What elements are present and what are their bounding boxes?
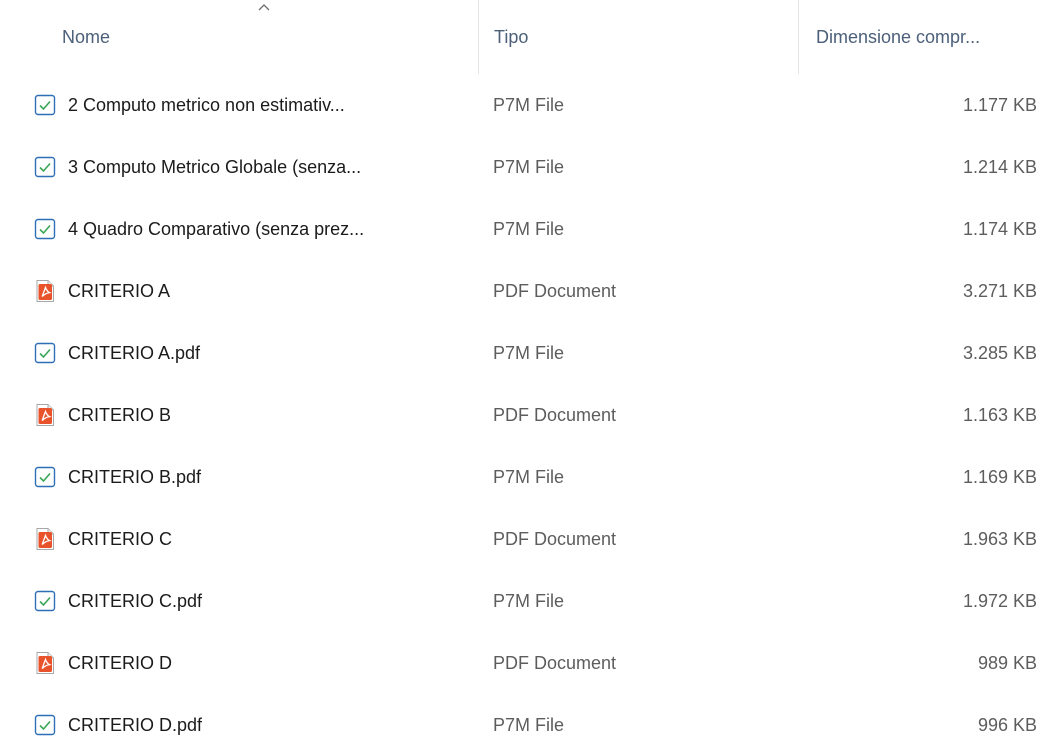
file-size: 1.177 KB: [962, 94, 1037, 115]
file-name: 2 Computo metrico non estimativ...: [68, 94, 345, 115]
file-name-cell[interactable]: CRITERIO D.pdf: [0, 694, 478, 756]
file-row[interactable]: CRITERIO B PDF Document 1.163 KB: [0, 384, 1045, 446]
column-header-name[interactable]: Nome: [0, 0, 478, 74]
p7m-signed-icon: [34, 466, 56, 488]
p7m-signed-icon: [34, 94, 56, 116]
file-row[interactable]: CRITERIO D.pdf P7M File 996 KB: [0, 694, 1045, 756]
p7m-signed-icon: [34, 218, 56, 240]
file-name: CRITERIO C: [68, 528, 173, 549]
file-list-view: Nome Tipo Dimensione compr... 2 Computo …: [0, 0, 1045, 736]
file-type: P7M File: [493, 156, 565, 177]
file-size: 1.972 KB: [962, 590, 1037, 611]
file-name: CRITERIO A.pdf: [68, 342, 201, 363]
file-name-cell[interactable]: CRITERIO D: [0, 632, 478, 694]
p7m-signed-icon: [34, 342, 56, 364]
file-name-cell[interactable]: CRITERIO B: [0, 384, 478, 446]
pdf-icon: [36, 652, 54, 674]
file-name: 4 Quadro Comparativo (senza prez...: [68, 218, 365, 239]
file-size: 989 KB: [977, 652, 1037, 673]
file-type: PDF Document: [493, 652, 617, 673]
file-name-cell[interactable]: 3 Computo Metrico Globale (senza...: [0, 136, 478, 198]
column-header-type[interactable]: Tipo: [478, 0, 798, 74]
file-row[interactable]: 2 Computo metrico non estimativ... P7M Fi…: [0, 74, 1045, 136]
file-size: 996 KB: [977, 714, 1037, 735]
file-name-cell[interactable]: CRITERIO A: [0, 260, 478, 322]
file-size: 1.174 KB: [962, 218, 1037, 239]
file-type: PDF Document: [493, 404, 617, 425]
file-size: 1.963 KB: [962, 528, 1037, 549]
file-name-cell[interactable]: 4 Quadro Comparativo (senza prez...: [0, 198, 478, 260]
file-name-cell[interactable]: CRITERIO A.pdf: [0, 322, 478, 384]
pdf-icon: [36, 404, 54, 426]
pdf-icon: [36, 528, 54, 550]
file-name-cell[interactable]: CRITERIO B.pdf: [0, 446, 478, 508]
file-size: 1.169 KB: [962, 466, 1037, 487]
file-name: 3 Computo Metrico Globale (senza...: [68, 156, 362, 177]
column-header-row: Nome Tipo Dimensione compr...: [0, 0, 1045, 74]
file-name: CRITERIO D: [68, 652, 173, 673]
file-type: PDF Document: [493, 528, 617, 549]
file-name: CRITERIO A: [68, 280, 171, 301]
file-row[interactable]: CRITERIO C.pdf P7M File 1.972 KB: [0, 570, 1045, 632]
file-type: P7M File: [493, 590, 565, 611]
column-header-size-label: Dimensione compr...: [816, 26, 981, 47]
p7m-signed-icon: [34, 590, 56, 612]
p7m-signed-icon: [34, 156, 56, 178]
file-name: CRITERIO C.pdf: [68, 590, 203, 611]
file-type: P7M File: [493, 342, 565, 363]
file-type: P7M File: [493, 714, 565, 735]
file-size: 1.214 KB: [962, 156, 1037, 177]
file-size: 3.271 KB: [962, 280, 1037, 301]
file-name: CRITERIO B.pdf: [68, 466, 202, 487]
file-type: P7M File: [493, 94, 565, 115]
file-type: PDF Document: [493, 280, 617, 301]
file-name: CRITERIO D.pdf: [68, 714, 203, 735]
file-type: P7M File: [493, 466, 565, 487]
file-row[interactable]: 3 Computo Metrico Globale (senza... P7M F…: [0, 136, 1045, 198]
sort-ascending-icon: [258, 4, 270, 11]
file-type: P7M File: [493, 218, 565, 239]
file-size: 1.163 KB: [962, 404, 1037, 425]
file-row[interactable]: CRITERIO D PDF Document 989 KB: [0, 632, 1045, 694]
column-header-name-label: Nome: [62, 26, 111, 47]
file-size: 3.285 KB: [962, 342, 1037, 363]
file-name: CRITERIO B: [68, 404, 172, 425]
file-name-cell[interactable]: CRITERIO C.pdf: [0, 570, 478, 632]
p7m-signed-icon: [34, 714, 56, 736]
file-row[interactable]: CRITERIO A.pdf P7M File 3.285 KB: [0, 322, 1045, 384]
file-row[interactable]: CRITERIO B.pdf P7M File 1.169 KB: [0, 446, 1045, 508]
file-name-cell[interactable]: 2 Computo metrico non estimativ...: [0, 74, 478, 136]
file-row[interactable]: 4 Quadro Comparativo (senza prez... P7M F…: [0, 198, 1045, 260]
column-header-size[interactable]: Dimensione compr...: [798, 0, 1045, 74]
file-row[interactable]: CRITERIO C PDF Document 1.963 KB: [0, 508, 1045, 570]
file-name-cell[interactable]: CRITERIO C: [0, 508, 478, 570]
pdf-icon: [36, 280, 54, 302]
column-header-type-label: Tipo: [494, 26, 529, 47]
file-row[interactable]: CRITERIO A PDF Document 3.271 KB: [0, 260, 1045, 322]
